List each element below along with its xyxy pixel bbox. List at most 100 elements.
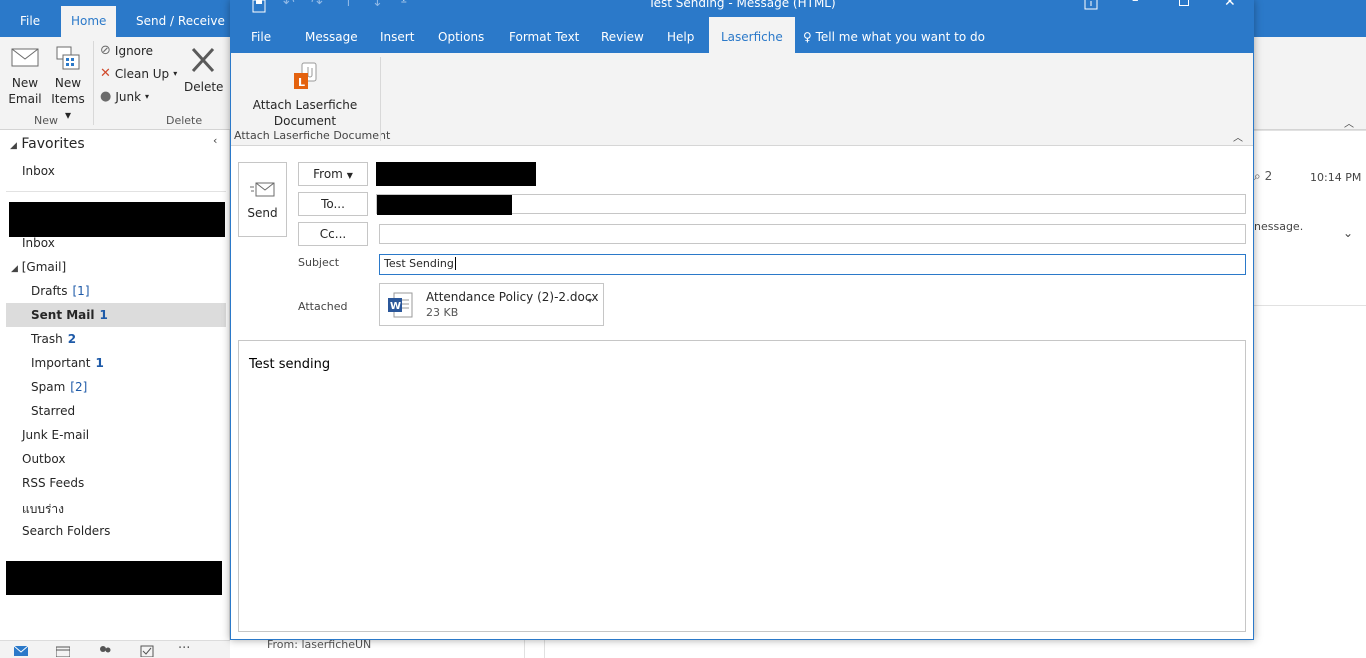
chevron-down-icon: ▾: [173, 69, 178, 78]
cc-button[interactable]: Cc...: [298, 222, 368, 246]
folder-label: Sent Mail: [31, 308, 95, 322]
lightbulb-icon: ♀: [803, 30, 812, 44]
compose-tab-review[interactable]: Review: [601, 17, 644, 53]
new-email-label-1: New: [11, 76, 39, 90]
ribbon-separator: [93, 41, 94, 125]
folder-count: 1: [99, 308, 108, 322]
main-tab-home[interactable]: Home: [61, 6, 117, 37]
ignore-button[interactable]: ⊘ Ignore: [100, 43, 153, 58]
attachment-card[interactable]: W Attendance Policy (2)-2.docx 23 KB ▾: [379, 283, 604, 326]
compose-tab-options[interactable]: Options: [438, 17, 484, 53]
close-icon[interactable]: ✕: [1224, 0, 1236, 10]
expand-chevron-icon[interactable]: ⌄: [1343, 226, 1353, 240]
compose-tab-bar: File Message Insert Options Format Text …: [231, 17, 1253, 53]
attachment-dropdown-icon[interactable]: ▾: [588, 296, 592, 305]
folder-rss-feeds[interactable]: RSS Feeds: [22, 476, 84, 490]
compose-tab-message[interactable]: Message: [305, 17, 358, 53]
maximize-icon[interactable]: [1179, 0, 1189, 6]
expand-triangle-icon: ◢: [11, 264, 18, 274]
folder-sent-mail[interactable]: Sent Mail 1: [31, 308, 108, 322]
compose-tab-format-text[interactable]: Format Text: [509, 17, 579, 53]
laserfiche-attach-icon: L: [294, 62, 317, 89]
folder-drafts[interactable]: Drafts [1]: [31, 284, 90, 298]
folder-important[interactable]: Important 1: [31, 356, 104, 370]
folder-search-folders[interactable]: Search Folders: [22, 524, 110, 538]
message-list-bottom: From: laserficheUN: [230, 638, 1366, 658]
favorites-header[interactable]: ◢ Favorites: [10, 136, 85, 152]
main-tab-send-receive[interactable]: Send / Receive: [126, 6, 235, 37]
compose-tab-file[interactable]: File: [251, 17, 271, 53]
cc-label: Cc...: [319, 227, 347, 241]
folder-spam[interactable]: Spam [2]: [31, 380, 87, 394]
from-button[interactable]: From ▼: [298, 162, 368, 186]
folder-thai-drafts[interactable]: แบบร่าง: [22, 500, 64, 519]
main-tab-file[interactable]: File: [10, 6, 50, 37]
people-icon[interactable]: [98, 645, 112, 657]
compose-tab-insert[interactable]: Insert: [380, 17, 414, 53]
folder-starred[interactable]: Starred: [31, 404, 75, 418]
ribbon-collapse-icon[interactable]: ︿: [1344, 115, 1354, 130]
delete-icon: [191, 47, 215, 73]
more-icon[interactable]: ···: [178, 641, 190, 656]
compose-window: ↶ ↷ ↑ ↓ ⩡ Test Sending - Message (HTML) …: [230, 0, 1254, 640]
folder-label: Trash: [31, 332, 63, 346]
folder-count: 2: [67, 332, 77, 346]
new-email-label-2: Email: [8, 92, 42, 106]
chevron-down-icon: ▾: [145, 92, 150, 101]
group-label-delete: Delete: [166, 114, 203, 127]
delete-button[interactable]: Delete: [184, 45, 223, 95]
minimize-icon[interactable]: –: [1132, 0, 1139, 8]
redacted-account-2: [6, 561, 222, 595]
tell-me-box[interactable]: ♀ Tell me what you want to do: [803, 17, 985, 53]
junk-button[interactable]: ● Junk ▾: [100, 89, 149, 104]
clean-up-button[interactable]: ✕ Clean Up ▾: [100, 66, 177, 81]
message-body[interactable]: Test sending: [238, 340, 1246, 632]
compose-tab-help[interactable]: Help: [667, 17, 694, 53]
folder-outbox[interactable]: Outbox: [22, 452, 65, 466]
message-snippet: nessage.: [1254, 220, 1304, 233]
reading-pane: ⌕ 2 10:14 PM nessage. ⌄: [1254, 130, 1366, 640]
ribbon-display-options-icon[interactable]: [1084, 0, 1098, 10]
attach-laserfiche-document-button[interactable]: L Attach Laserfiche Document: [245, 61, 365, 129]
new-items-button[interactable]: New Items ▾: [47, 45, 89, 123]
word-document-icon: W: [388, 292, 413, 318]
folder-trash[interactable]: Trash 2: [31, 332, 76, 346]
compose-tab-laserfiche[interactable]: Laserfiche: [709, 17, 795, 53]
favorites-inbox[interactable]: Inbox: [22, 164, 55, 178]
collapse-pane-icon[interactable]: ‹: [213, 134, 217, 147]
subject-field[interactable]: Test Sending: [379, 254, 1246, 275]
bottom-navigation: ···: [0, 640, 230, 658]
new-email-button[interactable]: New Email: [8, 45, 42, 107]
mail-icon[interactable]: [14, 645, 28, 657]
tasks-icon[interactable]: [140, 645, 154, 657]
cc-field[interactable]: [379, 224, 1246, 244]
send-button[interactable]: Send: [238, 162, 287, 237]
ignore-icon: ⊘: [100, 43, 111, 58]
junk-label: Junk: [115, 89, 142, 104]
to-label: To...: [321, 197, 345, 211]
ribbon-separator: [380, 57, 381, 141]
folder-count: [1]: [72, 284, 90, 298]
compose-window-title: Test Sending - Message (HTML): [648, 0, 836, 10]
folder-junk-email[interactable]: Junk E-mail: [22, 428, 89, 442]
folder-label: Drafts: [31, 284, 68, 298]
calendar-icon[interactable]: [56, 645, 70, 657]
to-button[interactable]: To...: [298, 192, 368, 216]
chevron-down-icon: ▼: [346, 171, 353, 180]
tell-me-text: Tell me what you want to do: [815, 30, 985, 44]
junk-icon: ●: [100, 89, 112, 104]
message-header: Send From ▼ To... Cc... Subject Test Sen…: [231, 146, 1253, 340]
folder-label: Spam: [31, 380, 66, 394]
folder-gmail[interactable]: ◢ [Gmail]: [11, 260, 66, 274]
folder-label: แบบร่าง: [22, 502, 65, 516]
ignore-label: Ignore: [114, 43, 154, 58]
collapse-ribbon-icon[interactable]: ︿: [1233, 129, 1243, 144]
folder-label: Junk E-mail: [22, 428, 90, 442]
folder-label: Inbox: [22, 164, 55, 178]
group-label-attach-laserfiche: Attach Laserfiche Document: [234, 129, 391, 142]
message-time: 10:14 PM: [1310, 171, 1362, 184]
new-items-icon: [56, 46, 80, 70]
folder-label: [Gmail]: [21, 260, 67, 274]
folder-inbox[interactable]: Inbox: [22, 236, 55, 250]
folder-count: [2]: [70, 380, 88, 394]
